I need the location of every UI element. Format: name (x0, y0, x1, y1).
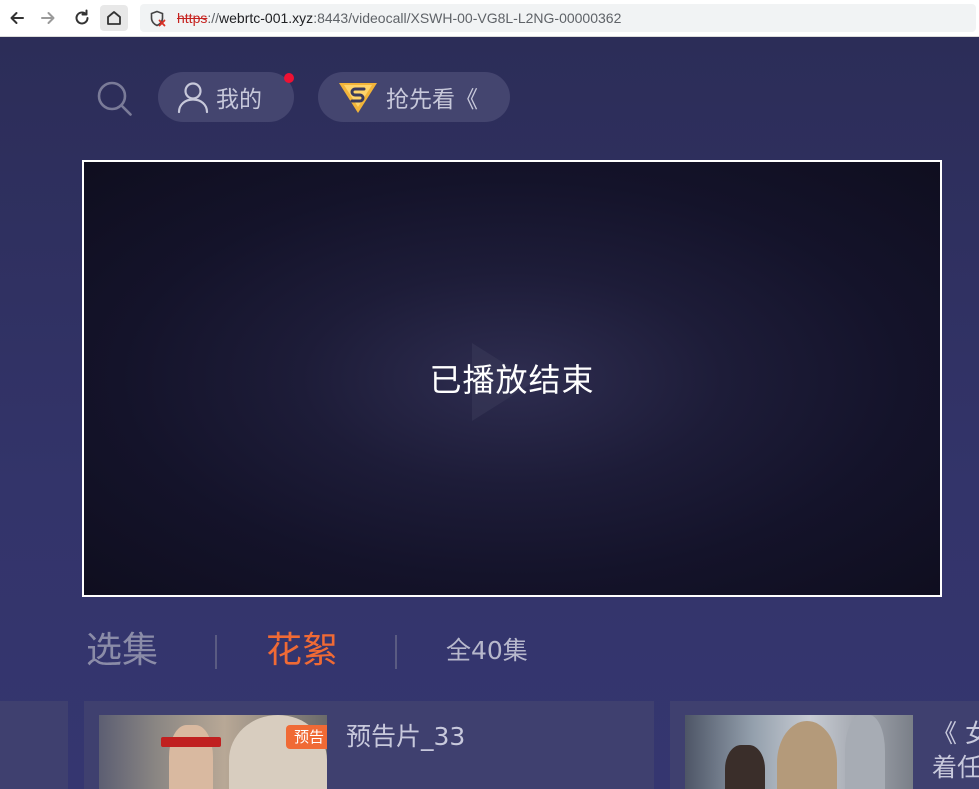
browser-toolbar: https://webrtc-001.xyz:8443/videocall/XS… (0, 0, 979, 37)
video-card-list: 预告 预告片_33 《 女 着任 (0, 701, 979, 789)
video-thumbnail (685, 715, 913, 789)
mine-button[interactable]: 我的 (158, 72, 294, 122)
sv-logo-icon (339, 83, 377, 113)
video-card[interactable]: 预告 预告片_33 (84, 701, 654, 789)
reload-button[interactable] (68, 5, 96, 31)
video-card-title: 预告片_33 (346, 722, 466, 751)
first-look-label: 抢先看《 (386, 87, 478, 113)
home-button[interactable] (100, 5, 128, 31)
video-player[interactable]: 已播放结束 (82, 160, 942, 597)
forward-button[interactable] (34, 5, 62, 31)
video-card-title: 《 女 着任 (932, 717, 979, 785)
back-icon (10, 12, 24, 24)
video-page: 我的 抢先看《 已播放结束 选集 花絮 全40集 预告 预告片_33 《 女 着… (0, 38, 979, 789)
url-path: :8443/videocall/XSWH-00-VG8L-L2NG-000003… (313, 10, 622, 26)
notification-dot (284, 73, 294, 83)
tab-divider (215, 635, 217, 669)
first-look-button[interactable]: 抢先看《 (318, 72, 510, 122)
episode-count[interactable]: 全40集 (446, 633, 528, 669)
url-separator: :// (207, 10, 220, 26)
insecure-shield-icon (150, 10, 166, 27)
video-thumbnail: 预告 (99, 715, 327, 789)
url-scheme: https (177, 10, 208, 26)
url-host: webrtc-001.xyz (219, 10, 314, 26)
tab-episodes[interactable]: 选集 (86, 623, 158, 679)
content-tabs: 选集 花絮 全40集 (0, 623, 979, 683)
video-card-partial[interactable] (0, 701, 68, 789)
playback-ended-text: 已播放结束 (429, 361, 595, 399)
forward-icon (41, 12, 55, 24)
url-text: https://webrtc-001.xyz:8443/videocall/XS… (177, 9, 621, 27)
reload-icon (75, 9, 89, 25)
home-icon (107, 11, 121, 25)
search-icon[interactable] (95, 79, 133, 117)
back-button[interactable] (3, 5, 31, 31)
video-card-title-line: 着任 (932, 753, 979, 782)
video-card[interactable]: 《 女 着任 (670, 701, 979, 789)
tab-divider (395, 635, 397, 669)
preview-badge: 预告 (286, 725, 327, 749)
tab-extras[interactable]: 花絮 (266, 623, 338, 679)
video-card-title-line: 《 女 (932, 719, 979, 748)
mine-label: 我的 (216, 87, 262, 113)
user-icon (177, 82, 209, 114)
address-bar[interactable]: https://webrtc-001.xyz:8443/videocall/XS… (140, 4, 976, 32)
